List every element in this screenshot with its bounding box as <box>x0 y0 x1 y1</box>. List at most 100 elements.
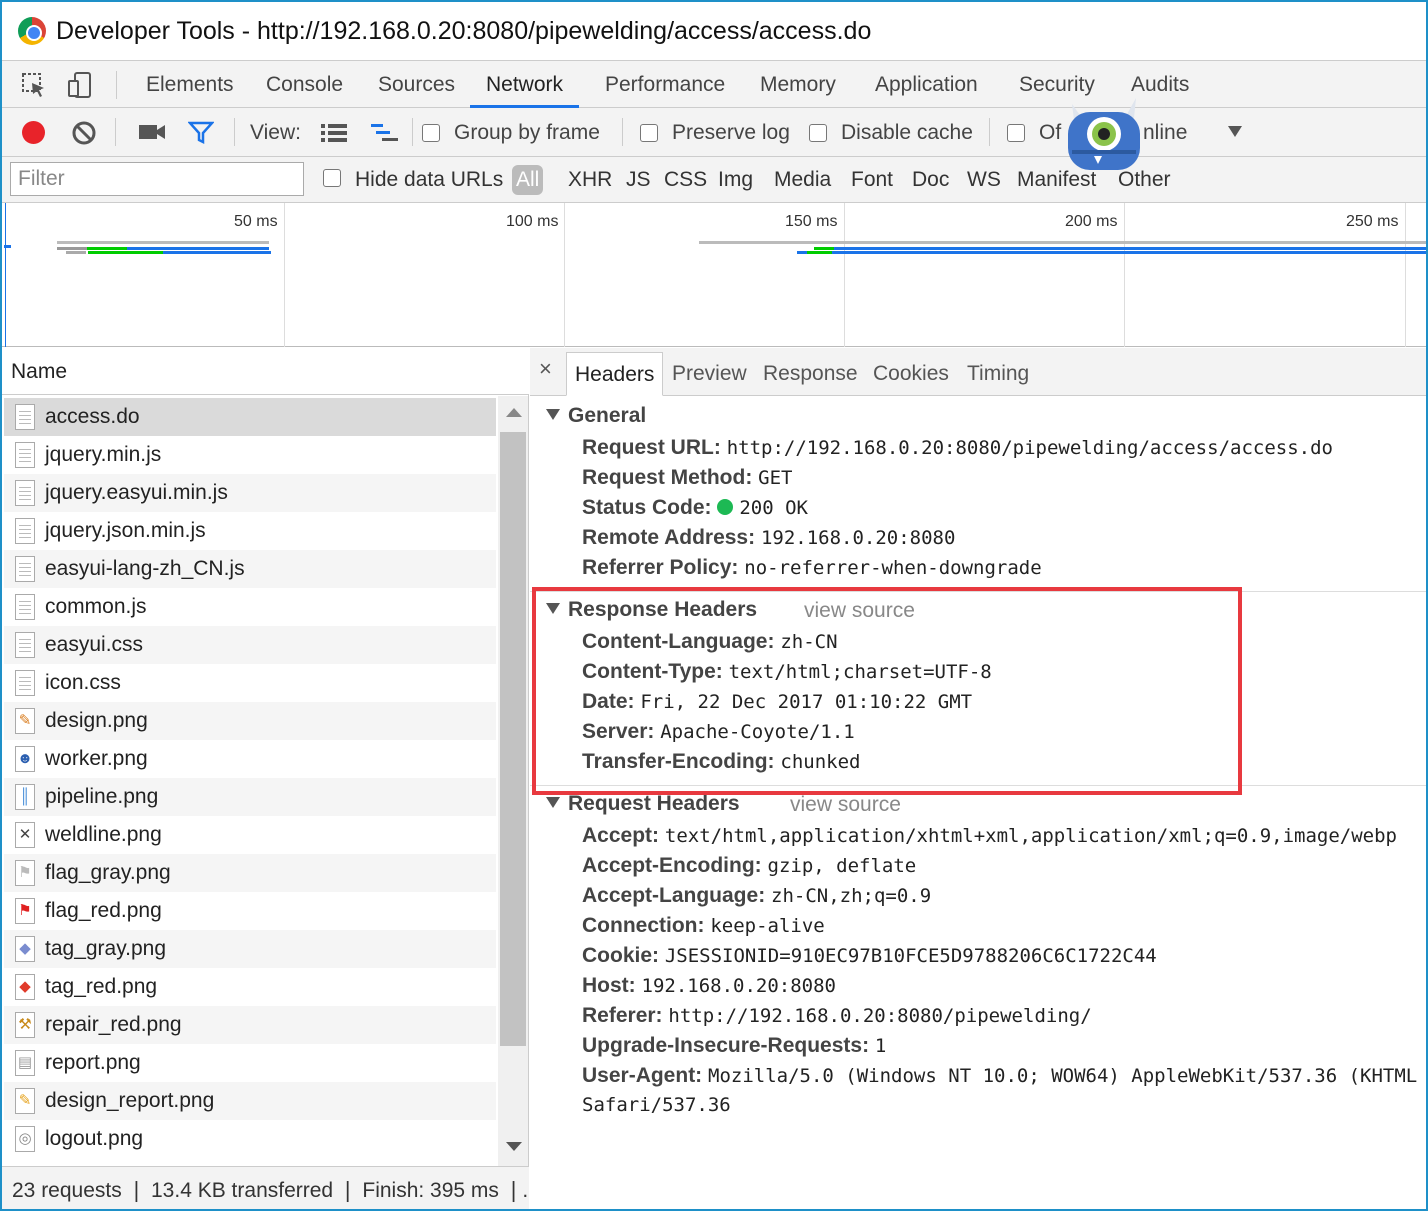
scroll-thumb[interactable] <box>500 432 526 1046</box>
filter-type-font[interactable]: Font <box>851 157 893 203</box>
request-row[interactable]: access.do <box>4 398 496 436</box>
scroll-down-icon[interactable] <box>506 1142 522 1151</box>
request-name: tag_gray.png <box>45 937 167 960</box>
request-row[interactable]: jquery.json.min.js <box>4 512 496 550</box>
request-row[interactable]: icon.css <box>4 664 496 702</box>
header-row: Referer: http://192.168.0.20:8080/pipewe… <box>582 1004 1092 1028</box>
preserve-log-checkbox[interactable] <box>640 124 658 142</box>
filter-type-img[interactable]: Img <box>718 157 753 203</box>
request-name: worker.png <box>45 747 148 770</box>
throttling-dropdown-icon[interactable] <box>1228 126 1242 137</box>
header-key: Request Method: <box>582 466 753 489</box>
hide-data-urls-checkbox[interactable] <box>323 169 341 187</box>
offline-checkbox[interactable] <box>1007 124 1025 142</box>
window-title: Developer Tools - http://192.168.0.20:80… <box>56 16 872 45</box>
header-key: Accept-Encoding: <box>582 854 762 877</box>
tab-application[interactable]: Application <box>873 61 980 108</box>
request-headers-toggle[interactable]: Request Headers <box>546 792 740 816</box>
device-toolbar-icon[interactable] <box>66 71 94 99</box>
request-row[interactable]: easyui.css <box>4 626 496 664</box>
header-key: Status Code: <box>582 496 712 519</box>
request-name: easyui-lang-zh_CN.js <box>45 557 245 580</box>
request-row[interactable]: jquery.min.js <box>4 436 496 474</box>
request-row[interactable]: common.js <box>4 588 496 626</box>
status-ok-icon <box>717 499 734 515</box>
filter-funnel-icon[interactable] <box>188 121 214 145</box>
report-icon: ▤ <box>15 1050 35 1076</box>
request-list-scrollbar[interactable] <box>498 396 528 1166</box>
record-icon[interactable] <box>22 121 45 144</box>
filter-type-css[interactable]: CSS <box>664 157 707 203</box>
request-row[interactable]: ║ pipeline.png <box>4 778 496 816</box>
request-name: icon.css <box>45 671 121 694</box>
request-row[interactable]: ◎ logout.png <box>4 1120 496 1158</box>
header-value: 192.168.0.20:8080 <box>760 527 956 549</box>
network-toolbar: View: Group by frame Preserve log Disabl… <box>2 108 1426 157</box>
group-by-frame-checkbox[interactable] <box>422 124 440 142</box>
filter-type-media[interactable]: Media <box>774 157 831 203</box>
header-value: 200 OK <box>739 497 808 519</box>
header-value: gzip, deflate <box>767 855 917 877</box>
general-section-toggle[interactable]: General <box>546 404 646 428</box>
request-name: common.js <box>45 595 147 618</box>
cross-tools-icon: ✕ <box>15 822 35 848</box>
request-row[interactable]: ⚑ flag_gray.png <box>4 854 496 892</box>
large-rows-icon[interactable] <box>320 122 348 144</box>
filter-type-doc[interactable]: Doc <box>912 157 949 203</box>
inspect-element-icon[interactable] <box>20 71 48 99</box>
request-row[interactable]: ✎ design.png <box>4 702 496 740</box>
filter-input[interactable]: Filter <box>10 162 304 196</box>
header-key: Accept-Language: <box>582 884 766 907</box>
expand-triangle-icon <box>546 409 560 420</box>
request-name: logout.png <box>45 1127 144 1150</box>
tab-preview[interactable]: Preview <box>664 352 755 396</box>
header-value: http://192.168.0.20:8080/pipewelding/acc… <box>726 437 1333 459</box>
tab-headers[interactable]: Headers <box>566 352 664 396</box>
overview-tick-250: 250 ms <box>1346 213 1399 230</box>
tab-network[interactable]: Network <box>470 61 580 108</box>
request-name: report.png <box>45 1051 141 1074</box>
document-icon <box>15 442 35 468</box>
tab-response[interactable]: Response <box>755 352 866 396</box>
pipeline-icon: ║ <box>15 784 35 810</box>
request-row[interactable]: jquery.easyui.min.js <box>4 474 496 512</box>
filter-type-all[interactable]: All <box>512 165 544 195</box>
close-detail-icon[interactable]: × <box>539 356 552 382</box>
request-name: repair_red.png <box>45 1013 182 1036</box>
request-row[interactable]: easyui-lang-zh_CN.js <box>4 550 496 588</box>
tab-elements[interactable]: Elements <box>144 61 236 108</box>
scroll-up-icon[interactable] <box>506 408 522 417</box>
request-row[interactable]: ☻ worker.png <box>4 740 496 778</box>
filter-type-js[interactable]: JS <box>626 157 651 203</box>
filter-type-ws[interactable]: WS <box>967 157 1001 203</box>
tab-sources[interactable]: Sources <box>376 61 457 108</box>
request-view-source-link[interactable]: view source <box>790 793 901 817</box>
header-value: GET <box>758 467 793 489</box>
view-label: View: <box>250 121 301 144</box>
request-row[interactable]: ⚒ repair_red.png <box>4 1006 496 1044</box>
request-row[interactable]: ▤ report.png <box>4 1044 496 1082</box>
tab-performance[interactable]: Performance <box>603 61 727 108</box>
request-row[interactable]: ◆ tag_red.png <box>4 968 496 1006</box>
monster-mascot-icon <box>1068 98 1140 170</box>
gray-tag-icon: ◆ <box>15 936 35 962</box>
filter-type-xhr[interactable]: XHR <box>568 157 612 203</box>
disable-cache-checkbox[interactable] <box>809 124 827 142</box>
name-column-header[interactable]: Name <box>2 348 529 395</box>
tab-console[interactable]: Console <box>264 61 345 108</box>
request-row[interactable]: ✕ weldline.png <box>4 816 496 854</box>
waterfall-view-icon[interactable] <box>370 122 400 144</box>
screenshot-camera-icon[interactable] <box>138 122 166 142</box>
header-value: 1 <box>874 1035 887 1057</box>
tab-timing[interactable]: Timing <box>959 352 1037 396</box>
header-row: Referrer Policy: no-referrer-when-downgr… <box>582 556 1042 580</box>
preserve-log-label: Preserve log <box>672 121 790 144</box>
request-name: jquery.easyui.min.js <box>45 481 228 504</box>
tab-memory[interactable]: Memory <box>758 61 838 108</box>
request-row[interactable]: ◆ tag_gray.png <box>4 930 496 968</box>
request-row[interactable]: ✎ design_report.png <box>4 1082 496 1120</box>
clear-icon[interactable] <box>71 120 97 146</box>
request-row[interactable]: ⚑ flag_red.png <box>4 892 496 930</box>
tab-cookies[interactable]: Cookies <box>865 352 957 396</box>
header-key: Accept: <box>582 824 660 847</box>
